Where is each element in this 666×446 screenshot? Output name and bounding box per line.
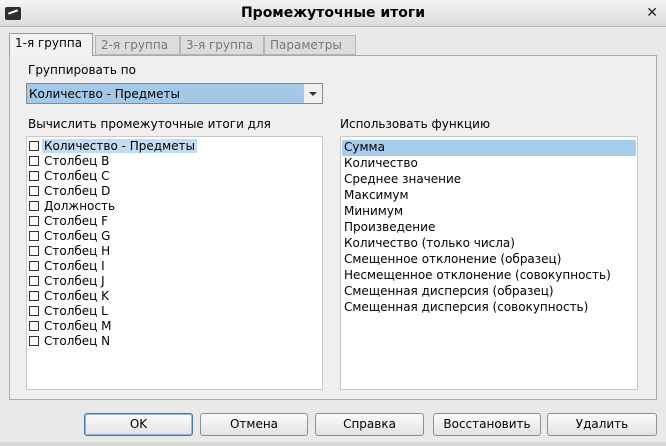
- columns-list[interactable]: Количество - Предметы Столбец B Столбец …: [26, 136, 323, 390]
- checkbox[interactable]: [29, 231, 39, 241]
- tab-group-1[interactable]: 1-я группа: [9, 33, 93, 56]
- checkbox[interactable]: [29, 141, 39, 151]
- columns-label: Вычислить промежуточные итоги для: [28, 117, 271, 131]
- function-item[interactable]: Количество (только числа): [342, 236, 636, 252]
- function-item[interactable]: Количество: [342, 156, 636, 172]
- reset-button[interactable]: Восстановить: [433, 413, 541, 436]
- checkbox[interactable]: [29, 246, 39, 256]
- checkbox[interactable]: [29, 336, 39, 346]
- function-item[interactable]: Смещенное отклонение (образец): [342, 252, 636, 268]
- tab-group-2[interactable]: 2-я группа: [95, 35, 180, 55]
- delete-button[interactable]: Удалить: [547, 413, 657, 436]
- functions-list[interactable]: Сумма Количество Среднее значение Максим…: [340, 136, 638, 390]
- tab-options[interactable]: Параметры: [264, 35, 356, 55]
- function-item[interactable]: Несмещенное отклонение (совокупность): [342, 268, 636, 284]
- function-item[interactable]: Минимум: [342, 204, 636, 220]
- function-item[interactable]: Смещенная дисперсия (образец): [342, 284, 636, 300]
- checkbox[interactable]: [29, 276, 39, 286]
- checkbox[interactable]: [29, 171, 39, 181]
- function-item[interactable]: Среднее значение: [342, 172, 636, 188]
- ok-button[interactable]: OK: [84, 413, 193, 436]
- functions-label: Использовать функцию: [340, 117, 491, 131]
- checkbox[interactable]: [29, 216, 39, 226]
- group-by-select[interactable]: Количество - Предметы: [26, 83, 323, 104]
- checkbox[interactable]: [29, 291, 39, 301]
- tab-group-3[interactable]: 3-я группа: [180, 35, 264, 55]
- help-button[interactable]: Справка: [315, 413, 424, 436]
- bottom-edge: [0, 442, 666, 446]
- function-item[interactable]: Максимум: [342, 188, 636, 204]
- checkbox[interactable]: [29, 156, 39, 166]
- checkbox[interactable]: [29, 186, 39, 196]
- function-item[interactable]: Произведение: [342, 220, 636, 236]
- chevron-down-icon[interactable]: [303, 84, 322, 103]
- checkbox[interactable]: [29, 306, 39, 316]
- group-by-value: Количество - Предметы: [29, 87, 180, 101]
- title-bar: Промежуточные итоги ✕: [0, 0, 666, 27]
- checkbox[interactable]: [29, 321, 39, 331]
- group-by-label: Группировать по: [28, 63, 136, 77]
- function-item-sum[interactable]: Сумма: [342, 140, 636, 156]
- window-title: Промежуточные итоги: [240, 5, 426, 21]
- function-item[interactable]: Смещенная дисперсия (совокупность): [342, 300, 636, 316]
- checkbox[interactable]: [29, 261, 39, 271]
- cancel-button[interactable]: Отмена: [200, 413, 308, 436]
- close-icon[interactable]: ✕: [646, 5, 658, 21]
- checkbox[interactable]: [29, 201, 39, 211]
